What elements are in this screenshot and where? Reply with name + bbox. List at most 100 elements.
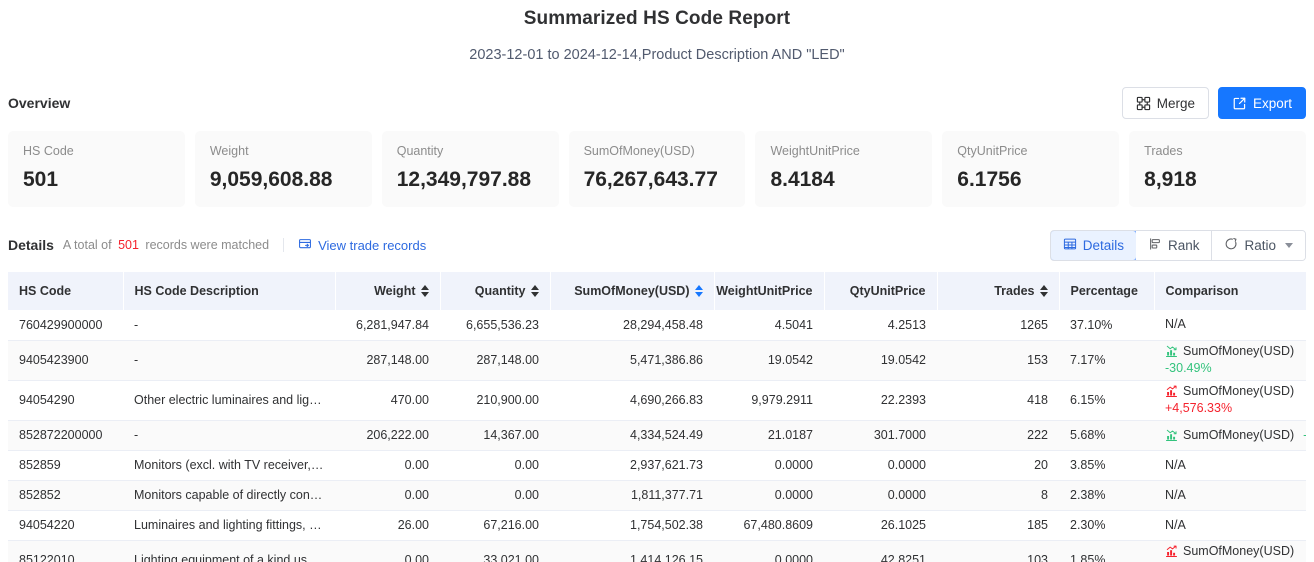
table-row[interactable]: 760429900000-6,281,947.84 6,655,536.23 28,… <box>8 310 1306 341</box>
comparison-percent: -67% <box>1303 427 1306 444</box>
details-bar-left: Details A total of 501 records were matc… <box>8 237 426 254</box>
table-row[interactable]: 94054220 Luminaires and lighting fittings… <box>8 510 1306 541</box>
col-header-percentage[interactable]: Percentage <box>1059 272 1155 311</box>
col-header-label: Percentage <box>1070 284 1138 299</box>
cell-description: Other electric luminaires and lighting .… <box>123 380 335 421</box>
comparison-metric-label: SumOfMoney(USD) <box>1183 384 1295 399</box>
comparison-na: N/A <box>1165 457 1186 472</box>
cell-comparison: N/A <box>1154 510 1306 541</box>
view-mode-rank[interactable]: Rank <box>1135 230 1213 260</box>
view-mode-details[interactable]: Details <box>1050 230 1137 260</box>
cell-comparison: N/A <box>1154 450 1306 481</box>
view-mode-ratio-label: Ratio <box>1244 237 1276 253</box>
cell-trades: 8 <box>937 480 1059 511</box>
col-header-description[interactable]: HS Code Description <box>123 272 336 311</box>
cell-comparison: SumOfMoney(USD)+155.44% <box>1154 540 1306 562</box>
cell-percentage: 7.17% <box>1059 340 1154 381</box>
report-header: Summarized HS Code Report 2023-12-01 to … <box>0 0 1314 63</box>
col-header-quantity[interactable]: Quantity <box>440 272 551 311</box>
cell-trades: 185 <box>937 510 1059 541</box>
stat-label: Trades <box>1144 144 1183 158</box>
cell-percentage: 1.85% <box>1059 540 1154 562</box>
cell-hs-code: 852852 <box>8 480 123 511</box>
table-row[interactable]: 94054290 Other electric luminaires and li… <box>8 380 1306 421</box>
comparison-content: N/A <box>1165 457 1295 474</box>
cell-weight: 206,222.00 <box>335 420 440 451</box>
merge-button[interactable]: Merge <box>1121 87 1209 119</box>
cell-quantity: 0.00 <box>440 480 550 511</box>
cell-sum-of-money: 1,414,126.15 <box>550 540 714 562</box>
col-header-sum-of-money[interactable]: SumOfMoney(USD) <box>550 272 715 311</box>
stat-value: 8,918 <box>1144 168 1197 191</box>
table-row[interactable]: 852872200000-206,222.00 14,367.00 4,334,52… <box>8 420 1306 451</box>
cell-qty-unit-price: 22.2393 <box>824 380 937 421</box>
col-header-label: HS Code Description <box>134 284 259 299</box>
col-header-label: QtyUnitPrice <box>849 284 926 299</box>
col-header-hs-code[interactable]: HS Code <box>8 272 124 311</box>
col-header-label: Weight <box>374 284 416 299</box>
external-link-icon <box>1232 96 1247 111</box>
cell-trades: 103 <box>937 540 1059 562</box>
col-header-label: Quantity <box>474 284 526 299</box>
view-mode-ratio[interactable]: Ratio <box>1212 230 1305 260</box>
comparison-metric-label: SumOfMoney(USD) <box>1183 344 1295 359</box>
table-row[interactable]: 85122010 Lighting equipment of a kind use… <box>8 540 1306 562</box>
col-header-weight[interactable]: Weight <box>335 272 441 311</box>
comparison-percent: -30.49% <box>1165 361 1212 376</box>
chevron-down-icon <box>1285 242 1293 248</box>
stat-value: 76,267,643.77 <box>583 168 718 191</box>
sort-toggle-trades[interactable] <box>1039 285 1048 298</box>
export-button-label: Export <box>1252 95 1292 111</box>
cell-description: - <box>123 340 335 381</box>
table-row[interactable]: 9405423900-287,148.00 287,148.00 5,471,386… <box>8 340 1306 381</box>
cell-qty-unit-price: 26.1025 <box>824 510 937 541</box>
stat-value: 6.1756 <box>957 168 1022 191</box>
records-matched-count: 501 <box>118 238 139 253</box>
cell-weight: 0.00 <box>335 540 440 562</box>
cell-weight-unit-price: 19.0542 <box>714 340 824 381</box>
comparison-content: SumOfMoney(USD) -30.49% <box>1165 343 1295 377</box>
cell-sum-of-money: 4,334,524.49 <box>550 420 714 451</box>
cell-qty-unit-price: 0.0000 <box>824 480 937 511</box>
col-header-trades[interactable]: Trades <box>937 272 1060 311</box>
col-header-weight-unit-price[interactable]: WeightUnitPrice <box>714 272 825 311</box>
cell-hs-code: 94054290 <box>8 380 123 421</box>
sort-toggle-quantity[interactable] <box>530 285 539 298</box>
comparison-percent: +4,576.33% <box>1165 401 1233 416</box>
rank-bars-icon <box>1148 237 1162 254</box>
cell-sum-of-money: 5,471,386.86 <box>550 340 714 381</box>
stat-card-trades: Trades 8,918 <box>1129 131 1307 208</box>
sort-toggle-weight[interactable] <box>420 285 429 298</box>
cell-weight: 0.00 <box>335 450 440 481</box>
cell-quantity: 287,148.00 <box>440 340 550 381</box>
stat-label: WeightUnitPrice <box>770 144 860 158</box>
cell-quantity: 67,216.00 <box>440 510 550 541</box>
col-header-qty-unit-price[interactable]: QtyUnitPrice <box>824 272 938 311</box>
export-button[interactable]: Export <box>1217 87 1306 119</box>
cell-hs-code: 760429900000 <box>8 310 123 341</box>
view-trade-records-label: View trade records <box>318 237 427 253</box>
cell-trades: 20 <box>937 450 1059 481</box>
records-matched-text: A total of 501 records were matched <box>63 238 269 252</box>
view-mode-details-label: Details <box>1082 237 1124 253</box>
trend-down-bars-icon <box>1165 429 1178 442</box>
cell-percentage: 5.68% <box>1059 420 1154 451</box>
view-trade-records-link[interactable]: View trade records <box>298 237 426 254</box>
comparison-content: N/A <box>1165 517 1295 534</box>
table-row[interactable]: 852852 Monitors capable of directly conne… <box>8 480 1306 511</box>
cell-percentage: 2.38% <box>1059 480 1154 511</box>
stat-card-quantity: Quantity 12,349,797.88 <box>381 131 559 208</box>
details-table-wrapper: HS Code HS Code Description Weight Quant… <box>0 272 1314 562</box>
cell-weight: 0.00 <box>335 480 440 511</box>
table-row[interactable]: 852859 Monitors (excl. with TV receiver, … <box>8 450 1306 481</box>
stat-label: Quantity <box>396 144 444 158</box>
divider <box>283 238 285 253</box>
stat-card-qty-unit-price: QtyUnitPrice 6.1756 <box>942 131 1120 208</box>
comparison-na: N/A <box>1165 317 1186 332</box>
col-header-comparison[interactable]: Comparison <box>1154 272 1306 311</box>
cell-quantity: 14,367.00 <box>440 420 550 451</box>
cell-weight-unit-price: 21.0187 <box>714 420 824 451</box>
cell-hs-code: 9405423900 <box>8 340 123 381</box>
cell-sum-of-money: 2,937,621.73 <box>550 450 714 481</box>
sort-toggle-sum-of-money[interactable] <box>694 285 703 298</box>
